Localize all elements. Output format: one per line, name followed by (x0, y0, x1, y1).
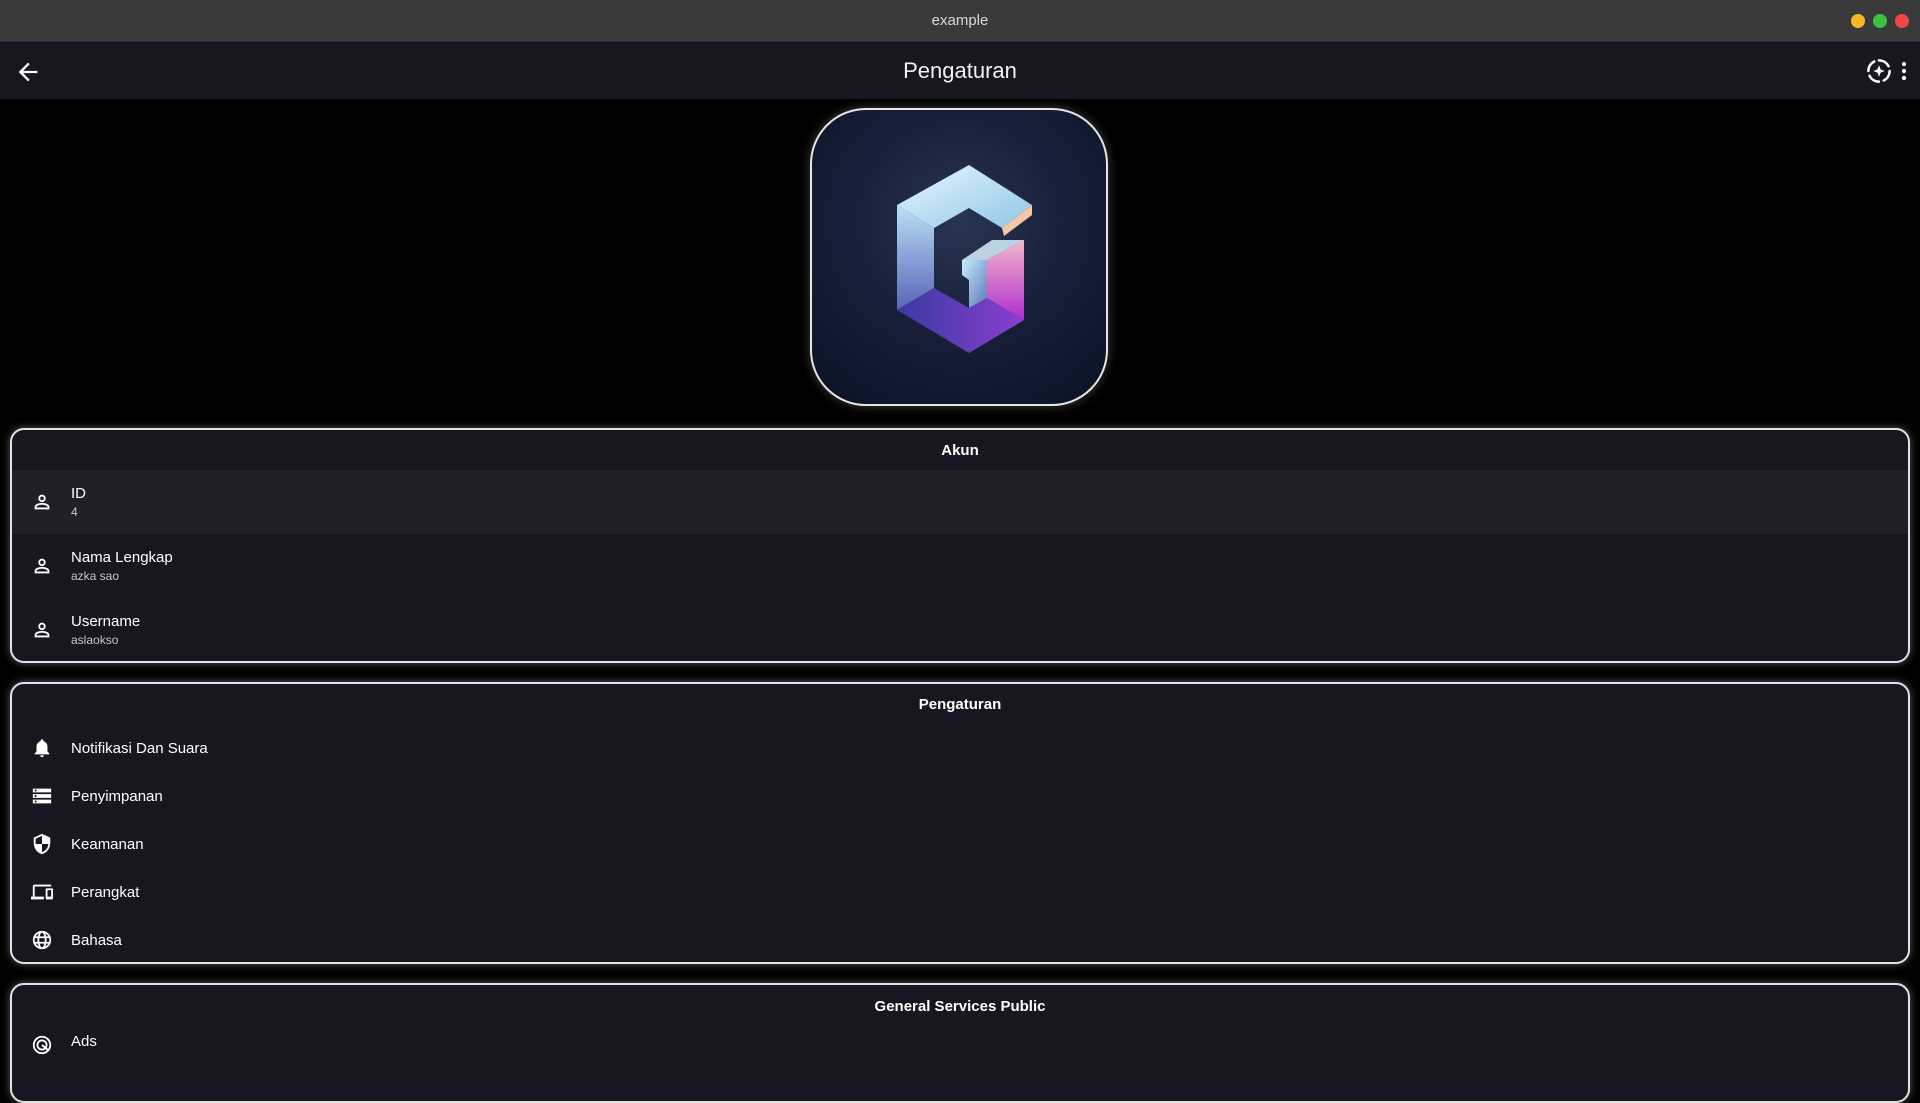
app-bar: Pengaturan (0, 42, 1920, 99)
more-options-button[interactable] (1890, 56, 1918, 86)
app-logo (810, 108, 1108, 406)
person-icon (30, 554, 54, 578)
settings-item-notifications[interactable]: Notifikasi Dan Suara (12, 724, 1908, 772)
shield-icon (30, 832, 54, 856)
window-title: example (931, 12, 989, 29)
public-services-item-label: Ads (71, 1033, 97, 1050)
settings-item-label: Bahasa (71, 931, 122, 949)
person-icon (30, 490, 54, 514)
page-title: Pengaturan (903, 57, 1017, 83)
devices-icon (30, 880, 54, 904)
bell-icon (30, 736, 54, 760)
settings-item-language[interactable]: Bahasa (12, 916, 1908, 962)
window-controls (1851, 14, 1909, 28)
storage-icon (30, 784, 54, 808)
settings-item-label: Notifikasi Dan Suara (71, 739, 208, 757)
ads-icon (30, 1033, 54, 1057)
account-card-title: Akun (941, 441, 979, 459)
settings-item-label: Penyimpanan (71, 787, 163, 805)
arrow-left-icon (18, 62, 38, 82)
account-item-id[interactable]: ID 4 (12, 470, 1908, 534)
account-item-value: azka sao (71, 569, 120, 583)
account-item-username[interactable]: Username aslaokso (12, 598, 1908, 661)
globe-icon (30, 928, 54, 952)
public-services-card-title: General Services Public (874, 997, 1046, 1015)
settings-card-title: Pengaturan (918, 695, 1002, 713)
settings-item-label: Perangkat (71, 883, 140, 901)
account-item-value: aslaokso (71, 633, 119, 647)
back-button[interactable] (14, 58, 42, 86)
account-item-value: 4 (71, 505, 78, 519)
settings-item-security[interactable]: Keamanan (12, 820, 1908, 868)
account-item-fullname[interactable]: Nama Lengkap azka sao (12, 534, 1908, 598)
more-vert-icon (1901, 61, 1907, 81)
window-titlebar: example (0, 0, 1920, 42)
public-services-card: General Services Public Ads (10, 983, 1910, 1103)
settings-item-storage[interactable]: Penyimpanan (12, 772, 1908, 820)
person-icon (30, 618, 54, 642)
settings-item-label: Keamanan (71, 835, 144, 853)
minimize-button[interactable] (1851, 14, 1865, 28)
account-item-label: ID (71, 485, 86, 502)
settings-card: Pengaturan Notifikasi Dan Suara Penyimpa… (10, 682, 1910, 964)
maximize-button[interactable] (1873, 14, 1887, 28)
account-card: Akun ID 4 Nama Lengkap azka sao Username… (10, 428, 1910, 663)
account-item-label: Username (71, 613, 141, 630)
settings-item-devices[interactable]: Perangkat (12, 868, 1908, 916)
close-button[interactable] (1895, 14, 1909, 28)
public-services-item-ads[interactable]: Ads (12, 1027, 1908, 1081)
g-logo-icon (897, 165, 1032, 353)
account-item-label: Nama Lengkap (71, 549, 173, 566)
